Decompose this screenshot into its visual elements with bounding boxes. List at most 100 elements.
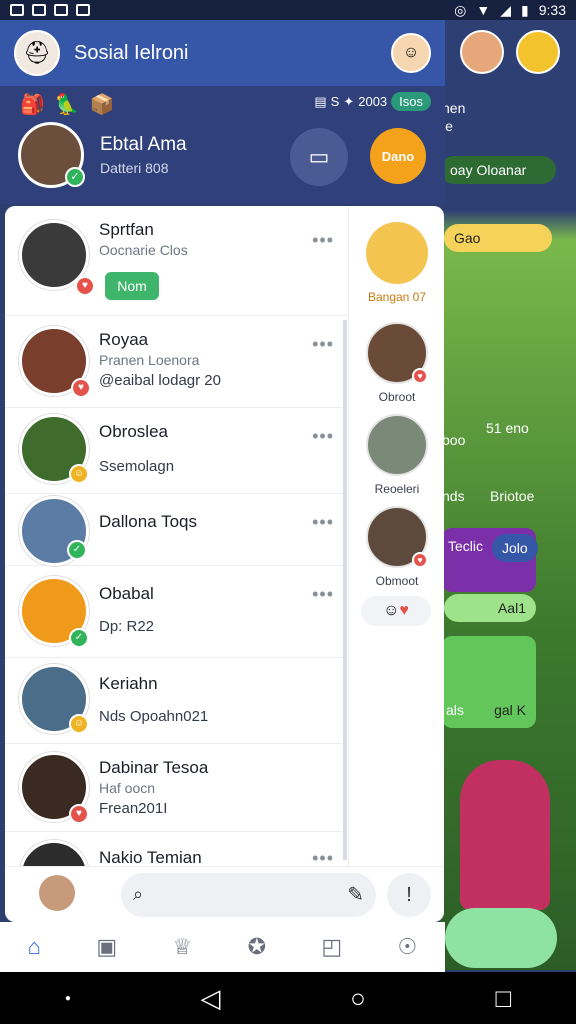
badge-emoji: 📦 [89, 94, 115, 116]
background-card-footer: als [446, 702, 464, 718]
chat-name: Dabinar Tesoa [99, 758, 209, 777]
more-options-icon[interactable]: ••• [312, 230, 334, 251]
bottom-nav: ⌂ ▣ ♕ ✪ ◰ ☉ [0, 922, 445, 972]
chat-item[interactable]: ☺ Obroslea Ssemolagn ••• [5, 408, 348, 494]
story-avatar: ♥ [366, 506, 428, 568]
chat-item[interactable]: ✓ Dallona Toqs ••• [5, 494, 348, 566]
trophy-icon[interactable]: ♕ [172, 934, 192, 960]
store-icon[interactable]: ▣ [96, 934, 117, 960]
alert-button[interactable]: ! [387, 873, 431, 917]
action-button[interactable]: Dano [370, 128, 426, 184]
background-pill[interactable]: oay Oloanar [440, 156, 556, 184]
current-user-card[interactable]: ✓ Ebtal Ama Datteri 808 [18, 122, 187, 188]
chat-name: Obroslea [99, 422, 168, 441]
chat-last-message: @eaibal lodagr 20 [99, 372, 221, 389]
chat-avatar [19, 840, 89, 866]
story-label: Obmoot [375, 574, 419, 588]
chat-last-message: Frean201I [99, 800, 168, 817]
chat-item[interactable]: ♥ Dabinar Tesoa Haf oocn Frean201I [5, 744, 348, 832]
friends-icon[interactable]: ☉ [398, 934, 418, 960]
status-time: 9:33 [538, 2, 566, 18]
save-icon [32, 4, 46, 16]
stats: ▤ S ✦ 2003 Isos [314, 92, 431, 111]
back-icon[interactable]: ◁ [200, 983, 220, 1014]
more-options-icon[interactable]: ••• [312, 426, 334, 447]
background-pill: Aal1 [444, 594, 536, 622]
current-user-subtitle: Datteri 808 [100, 160, 169, 176]
verified-icon: ✓ [69, 628, 89, 648]
android-navigation-bar: ● ◁ ○ □ [0, 972, 576, 1024]
menu-dot-icon[interactable]: ● [65, 993, 71, 1004]
story-label: Obroot [378, 390, 416, 404]
stat-value: S [330, 94, 340, 109]
more-options-icon[interactable]: ••• [312, 334, 334, 355]
search-input[interactable]: ⌕ ✎ [121, 873, 376, 917]
chat-subtitle: Haf oocn [99, 780, 156, 796]
recents-icon[interactable]: □ [495, 983, 511, 1014]
emoji-row: 🎒 🦜 📦 [20, 92, 115, 117]
app-header: ⛑ Sosial Ielroni ☺ [0, 20, 445, 86]
home-circle-icon[interactable]: ○ [350, 983, 366, 1014]
chat-icon: ▤ [314, 93, 327, 109]
stat-pill: Isos [391, 92, 431, 111]
chat-item[interactable]: Nakio Temian ••• [5, 832, 348, 866]
chat-name: Keriahn [99, 674, 158, 693]
chat-name: Sprtfan [99, 220, 154, 239]
chat-subtitle: Oocnarie Clos [99, 242, 188, 258]
more-options-icon[interactable]: ••• [312, 584, 334, 605]
story-item[interactable]: Reoeleri [361, 414, 433, 496]
chat-item[interactable]: ♥ Sprtfan Oocnarie Clos Nom ••• [5, 206, 348, 316]
background-button[interactable] [445, 908, 557, 968]
story-avatar [366, 222, 428, 284]
background-game-scene: nen le oay Oloanar Gao boo 51 eno nds Br… [440, 20, 576, 970]
join-button[interactable]: Nom [105, 272, 159, 300]
background-card-footer: gal K [494, 702, 526, 718]
current-user-avatar: ✓ [18, 122, 85, 188]
friend-avatar[interactable] [516, 30, 560, 74]
background-card-number: Jolo [492, 534, 538, 562]
compass-icon[interactable]: ✪ [248, 934, 266, 960]
screen-icon: ▭ [308, 144, 330, 169]
current-user-name: Ebtal Ama [100, 134, 187, 155]
more-options-icon[interactable]: ••• [312, 848, 334, 866]
app-title: Sosial Ielroni [74, 41, 189, 64]
bag-icon[interactable]: ◰ [321, 934, 342, 960]
sparkle-icon: ✦ [343, 93, 355, 109]
game-character [460, 760, 550, 910]
background-pill[interactable]: Gao [444, 224, 552, 252]
new-chat-icon[interactable]: ✎ [347, 882, 364, 907]
story-item[interactable]: ♥ Obmoot [361, 506, 433, 588]
my-avatar[interactable] [39, 875, 75, 911]
chat-item[interactable]: ☺ Keriahn Nds Opoahn021 [5, 658, 348, 744]
signal-icon: ◢ [500, 1, 512, 18]
search-bar-area: ⌕ ✎ ! [5, 866, 444, 922]
background-card[interactable]: als gal K [442, 636, 536, 728]
background-label: Briotoe [490, 488, 535, 504]
image-icon [10, 4, 24, 16]
story-item[interactable]: ♥ Obroot [361, 322, 433, 404]
scrollbar[interactable] [343, 320, 347, 860]
chat-item[interactable]: ♥ Royaa Pranen Loenora @eaibal lodagr 20… [5, 316, 348, 408]
verified-icon: ✓ [65, 167, 85, 187]
alarm-icon: ◎ [454, 1, 467, 18]
story-item[interactable]: Bangan 07 [361, 222, 433, 304]
profile-avatar[interactable]: ☺ [391, 33, 431, 73]
heart-icon: ♥ [75, 276, 95, 296]
chat-item[interactable]: ✓ Obabal Dp: R22 ••• [5, 566, 348, 658]
story-label: Bangan 07 [367, 290, 427, 304]
heart-icon: ♥ [412, 552, 428, 568]
app-logo[interactable]: ⛑ [14, 30, 60, 76]
badge-emoji: 🎒 [20, 94, 45, 116]
chat-name: Nakio Temian [99, 848, 202, 866]
more-options-icon[interactable]: ••• [312, 512, 334, 533]
heart-icon: ♥ [412, 368, 428, 384]
chat-name: Dallona Toqs [99, 512, 197, 531]
background-label: boo [442, 432, 466, 448]
reaction-pill[interactable]: ☺ ♥ [361, 596, 431, 626]
background-label: nds [442, 488, 465, 504]
story-label: Reoeleri [374, 482, 420, 496]
background-label: 51 eno [486, 420, 529, 436]
home-icon[interactable]: ⌂ [28, 934, 41, 960]
screen-button[interactable]: ▭ [290, 128, 348, 186]
friend-avatar[interactable] [460, 30, 504, 74]
